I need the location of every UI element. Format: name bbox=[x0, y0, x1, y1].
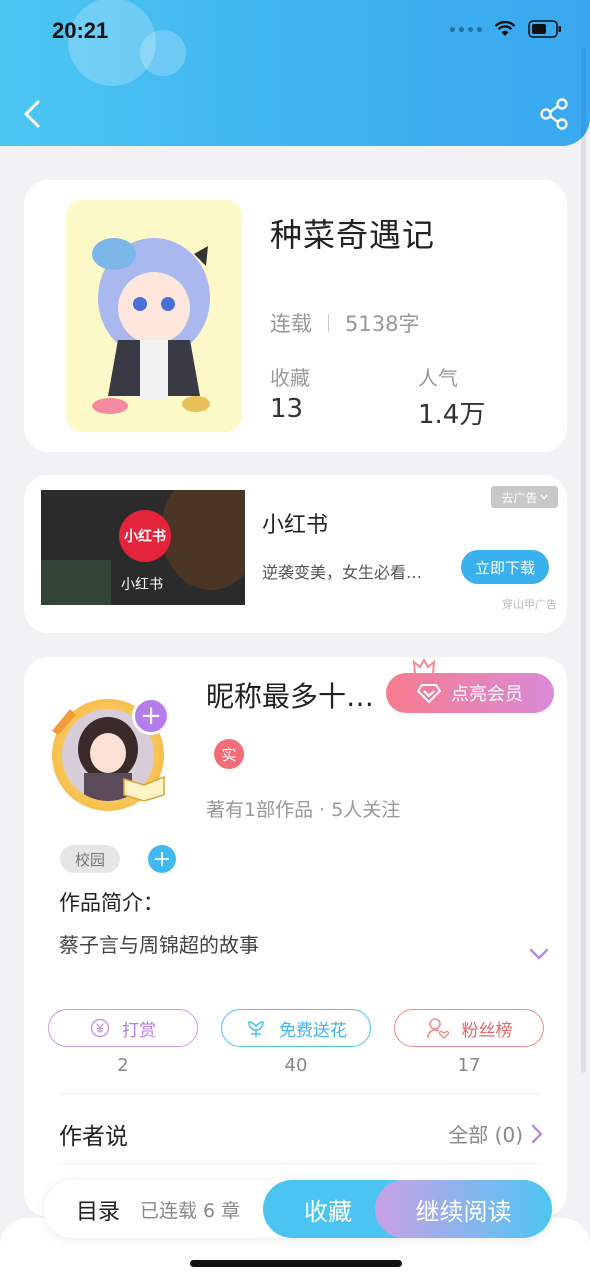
tip-button[interactable]: 打赏 bbox=[48, 1009, 198, 1047]
status-time: 20:21 bbox=[52, 18, 109, 43]
user-heart-icon bbox=[426, 1018, 449, 1039]
ad-download-button[interactable]: 立即下载 bbox=[461, 550, 549, 584]
fans-ranking-button[interactable]: 粉丝榜 bbox=[394, 1009, 544, 1047]
toc-button[interactable]: 目录 bbox=[76, 1194, 120, 1226]
tip-count: 2 bbox=[117, 1055, 129, 1076]
scrollbar[interactable] bbox=[581, 48, 586, 1073]
genre-tag[interactable]: 校园 bbox=[60, 845, 120, 873]
toc-status[interactable]: 已连载 6 章 bbox=[140, 1196, 240, 1223]
chevron-right-icon bbox=[531, 1124, 543, 1143]
divider bbox=[59, 1093, 541, 1094]
ad-source: 穿山甲广告 bbox=[502, 598, 557, 611]
word-count: 5138字 bbox=[345, 312, 420, 336]
verified-badge: 实 bbox=[214, 739, 244, 769]
ad-title: 小红书 bbox=[262, 513, 329, 538]
bottom-action-bar: 目录 已连载 6 章 收藏 继续阅读 bbox=[44, 1180, 552, 1238]
chevron-down-icon bbox=[539, 494, 548, 500]
book-info-card: 种菜奇遇记 连载 5138字 收藏 13 人气 1.4万 bbox=[24, 180, 567, 452]
cover-illustration bbox=[66, 200, 242, 432]
fans-ranking-label: 粉丝榜 bbox=[461, 1020, 513, 1041]
pencil-decor-icon bbox=[52, 709, 76, 735]
chevron-down-icon[interactable] bbox=[528, 947, 550, 961]
continue-reading-button[interactable]: 继续阅读 bbox=[375, 1180, 552, 1238]
intro-text: 蔡子言与周锦超的故事 bbox=[59, 933, 259, 957]
favorites-label: 收藏 bbox=[270, 366, 310, 390]
chevron-left-icon bbox=[24, 100, 40, 128]
decor-bubble bbox=[140, 30, 186, 76]
share-button[interactable] bbox=[538, 96, 570, 132]
book-status-row: 连载 5138字 bbox=[270, 308, 419, 338]
add-tag-button[interactable]: + bbox=[148, 845, 176, 873]
book-title: 种菜奇遇记 bbox=[270, 216, 436, 254]
author-meta: 著有1部作品 · 5人关注 bbox=[206, 799, 401, 821]
remove-ad-label: 去广告 bbox=[501, 490, 538, 505]
popularity-value: 1.4万 bbox=[418, 400, 486, 430]
author-name[interactable]: 昵称最多十… bbox=[206, 675, 374, 715]
ad-card[interactable]: 小红书 小红书 小红书 逆袭变美，女生必看… 立即下载 去广告 穿山甲广告 bbox=[24, 475, 567, 633]
author-card: + 昵称最多十… 点亮会员 实 著有1部作品 · 5人关注 校园 + 作品简介：… bbox=[24, 657, 567, 1217]
ad-image[interactable]: 小红书 小红书 bbox=[41, 490, 245, 605]
fans-count: 17 bbox=[457, 1055, 481, 1076]
flower-icon bbox=[248, 1021, 264, 1037]
book-cover[interactable] bbox=[66, 200, 242, 432]
popularity-label: 人气 bbox=[418, 366, 458, 390]
ad-description: 逆袭变美，女生必看… bbox=[262, 563, 423, 582]
share-icon bbox=[540, 98, 568, 130]
vip-label: 点亮会员 bbox=[451, 684, 523, 705]
favorites-value: 13 bbox=[270, 394, 304, 424]
remove-ad-button[interactable]: 去广告 bbox=[491, 486, 558, 508]
vip-button[interactable]: 点亮会员 bbox=[386, 673, 554, 713]
yen-coin-icon bbox=[90, 1018, 110, 1038]
diamond-icon bbox=[417, 684, 441, 703]
avatar-add-button[interactable]: + bbox=[132, 697, 170, 735]
ad-logo: 小红书 bbox=[119, 510, 171, 562]
header: 20:21 bbox=[0, 0, 590, 146]
divider bbox=[328, 314, 329, 332]
divider bbox=[59, 1163, 541, 1164]
author-says-all-label: 全部 (0) bbox=[448, 1123, 523, 1147]
send-flower-label: 免费送花 bbox=[279, 1020, 347, 1041]
author-says-all-link[interactable]: 全部 (0) bbox=[448, 1119, 543, 1148]
intro-label: 作品简介： bbox=[59, 891, 164, 915]
wifi-icon bbox=[494, 21, 516, 36]
status-icons bbox=[450, 20, 562, 38]
serial-status: 连载 bbox=[270, 312, 312, 336]
send-flower-button[interactable]: 免费送花 bbox=[221, 1009, 371, 1047]
home-indicator bbox=[190, 1260, 402, 1267]
flower-count: 40 bbox=[284, 1055, 308, 1076]
back-button[interactable] bbox=[18, 96, 50, 132]
tip-label: 打赏 bbox=[122, 1020, 156, 1041]
book-decor-icon bbox=[123, 775, 165, 801]
signal-dots-icon bbox=[450, 26, 482, 32]
author-says-label: 作者说 bbox=[59, 1124, 128, 1150]
ad-image-caption: 小红书 bbox=[121, 577, 163, 593]
battery-icon bbox=[528, 20, 561, 38]
